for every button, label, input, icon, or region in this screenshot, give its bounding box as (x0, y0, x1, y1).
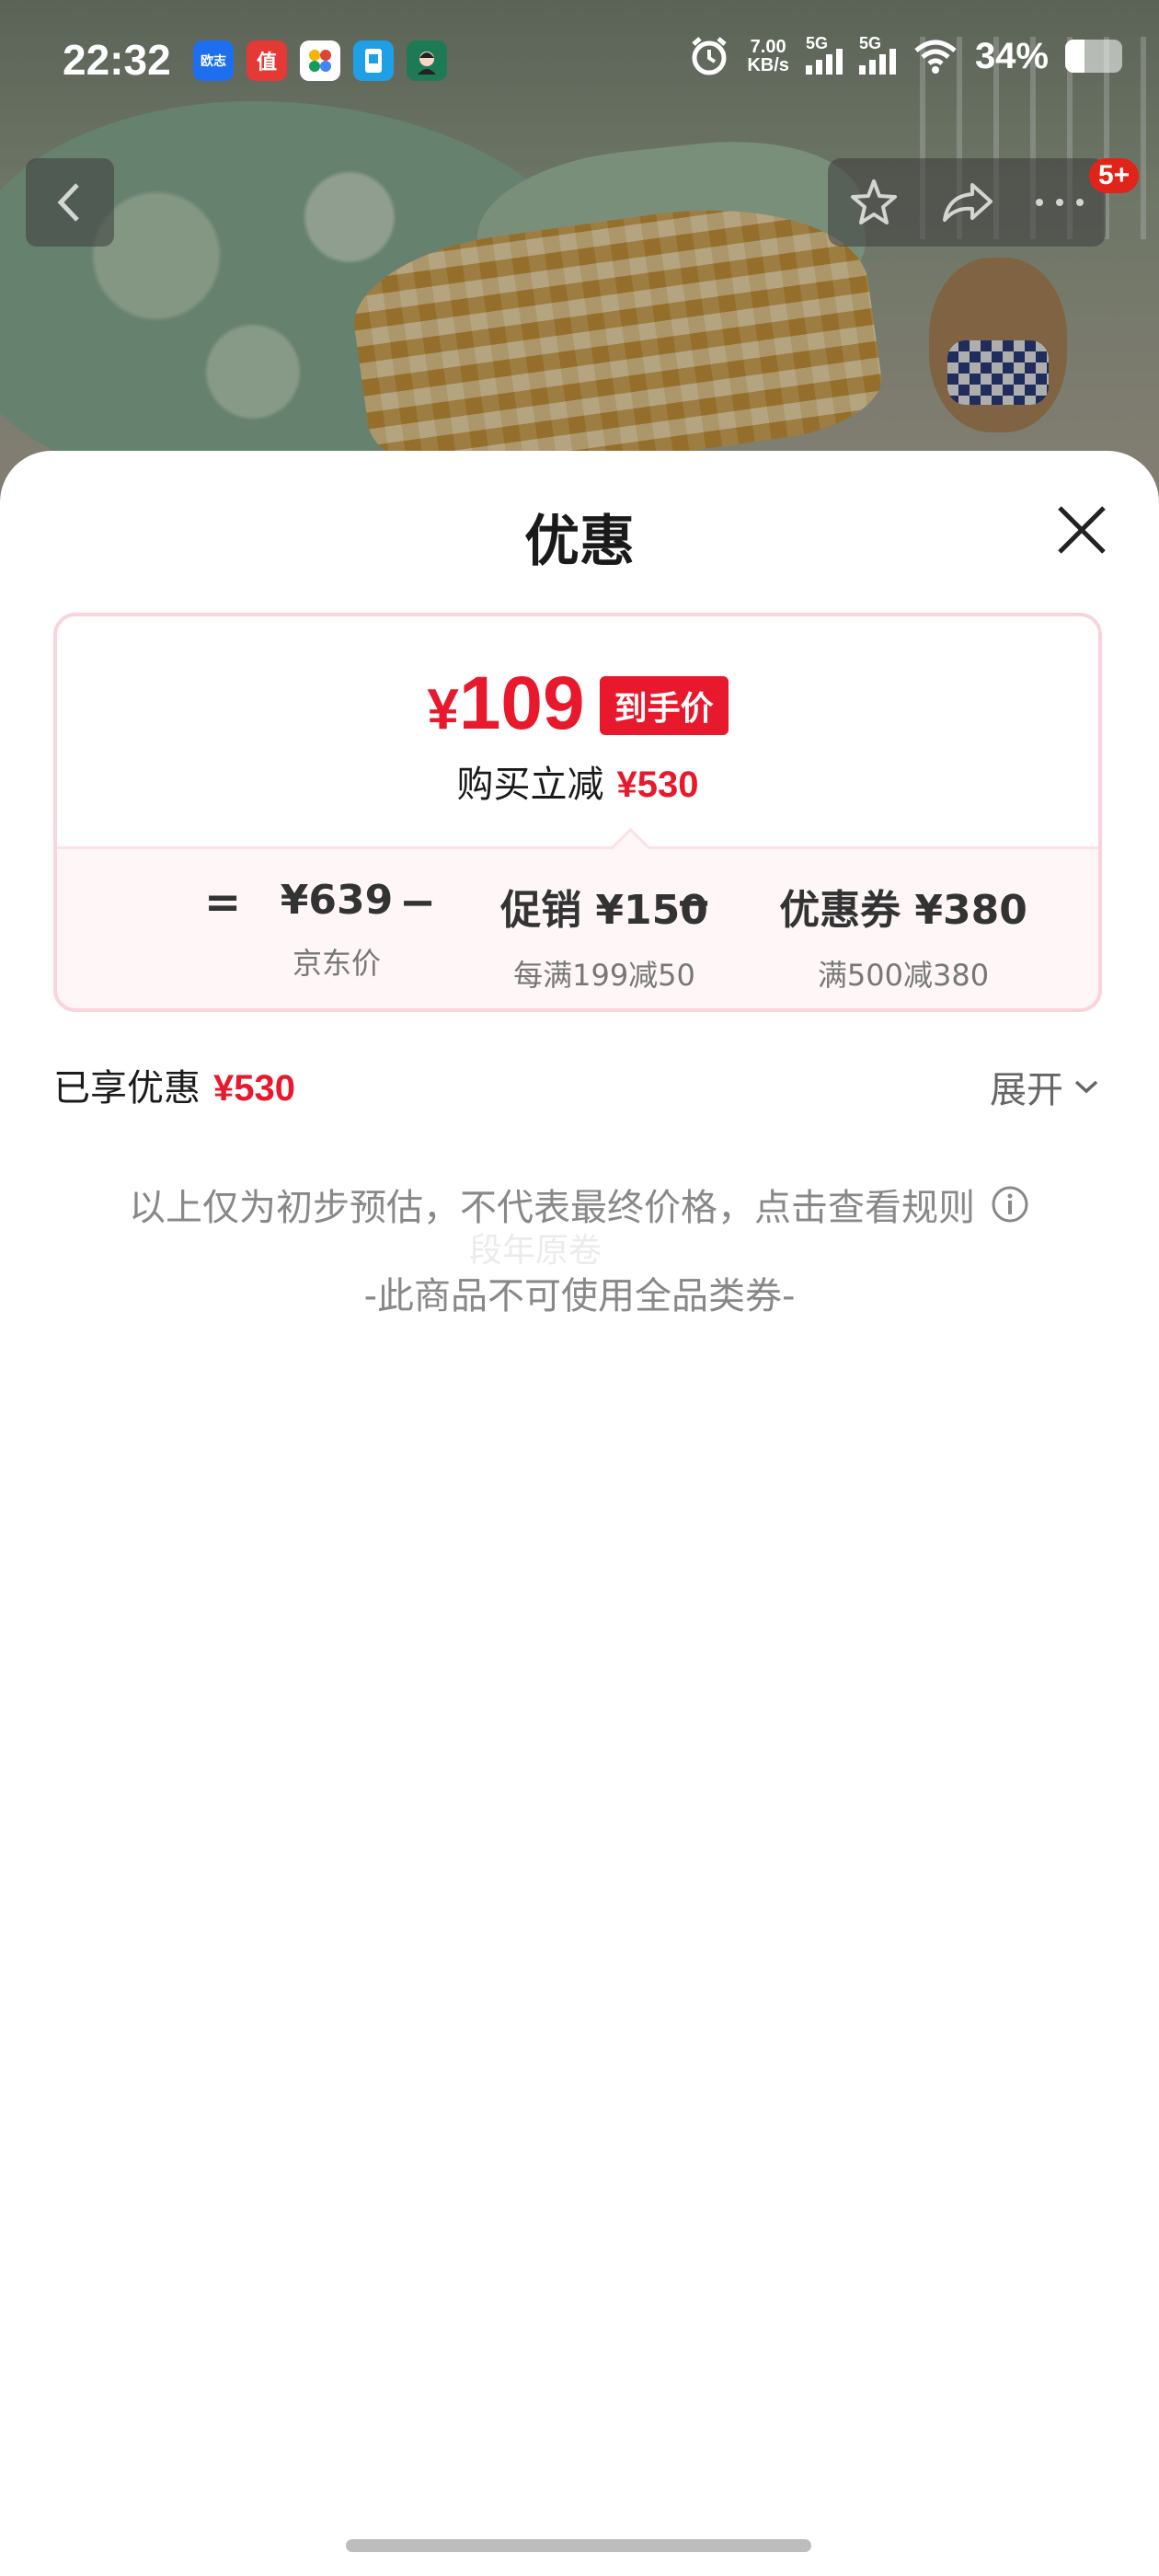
alarm-icon (692, 37, 727, 75)
signal-label: 5G (805, 34, 828, 52)
status-time: 22:32 (63, 36, 171, 84)
status-bar: 22:32 欧志 值 7.00 KB/s 5G 5G 34% (0, 0, 1159, 129)
reduction-label: 购买立减 (456, 764, 604, 806)
enjoyed-amount: ¥530 (213, 1068, 295, 1109)
enjoyed-discount: 已享优惠 ¥530 (53, 1058, 295, 1111)
info-icon (992, 1186, 1028, 1223)
purchase-reduction: 购买立减 ¥530 (57, 754, 1098, 808)
net-speed-unit: KB/s (747, 55, 789, 75)
minus-sign: − (399, 877, 437, 928)
jd-price-value: ¥639 (280, 877, 394, 924)
net-speed: 7.00 KB/s (747, 38, 789, 75)
final-price-currency: ¥ (427, 678, 459, 742)
notification-app-icons: 欧志 值 (193, 40, 447, 81)
avatar-app-icon (407, 40, 447, 81)
signal-strength-icon-2: 5G (858, 34, 896, 75)
coupon-item: 优惠券 ¥380 满500减380 (729, 877, 1078, 995)
share-icon (942, 183, 993, 222)
enjoyed-label: 已享优惠 (53, 1067, 201, 1110)
back-button[interactable] (26, 158, 114, 247)
reduction-amount: ¥530 (616, 765, 699, 805)
coupon-value: 优惠券 ¥380 (779, 887, 1027, 934)
chevron-left-icon (57, 183, 79, 222)
message-badge: 5+ (1089, 158, 1140, 193)
expand-label: 展开 (990, 1069, 1063, 1111)
net-speed-value: 7.00 (750, 37, 786, 57)
blue-app-icon (353, 40, 394, 81)
battery-percent: 34% (974, 35, 1049, 76)
close-icon (1058, 506, 1106, 554)
minus-sign-2: − (675, 877, 713, 928)
favorite-button[interactable] (837, 166, 911, 239)
home-indicator[interactable] (346, 2539, 811, 2552)
price-breakdown-card: ¥109 到手价 购买立减 ¥530 = ¥639 京东价 − 促销 ¥150 每… (53, 613, 1102, 1012)
promotion-rule: 每满199减50 (513, 958, 695, 993)
final-price-value: 109 (458, 661, 585, 745)
discount-sheet: 优惠 ¥109 到手价 购买立减 ¥530 = ¥639 京东价 − 促销 ¥1… (0, 451, 1159, 2576)
signal-label-2: 5G (858, 34, 881, 52)
more-icon (1035, 199, 1084, 206)
coupon-restriction: -此商品不可使用全品类券- (363, 1275, 796, 1317)
jd-price-item: ¥639 京东价 (254, 877, 419, 983)
colorful-app-icon (300, 40, 340, 81)
ouzhi-app-icon: 欧志 (193, 40, 234, 81)
watermark: 段年原卷 (469, 1232, 602, 1270)
status-right: 7.00 KB/s 5G 5G 34% (688, 34, 1122, 77)
price-formula-section: = ¥639 京东价 − 促销 ¥150 每满199减50 − 优惠券 ¥380… (57, 846, 1098, 1008)
more-button[interactable] (1023, 166, 1096, 239)
star-icon (851, 179, 898, 224)
price-formula: = ¥639 京东价 − 促销 ¥150 每满199减50 − 优惠券 ¥380… (57, 877, 1098, 1006)
jd-price-label: 京东价 (292, 946, 381, 981)
equals-sign: = (204, 877, 242, 928)
sheet-title: 优惠 (524, 510, 635, 574)
chevron-down-icon (1074, 1080, 1098, 1094)
coupon-rule: 满500减380 (817, 958, 990, 993)
close-button[interactable] (1049, 497, 1115, 563)
zhi-app-icon: 值 (247, 40, 287, 81)
final-price: ¥109 (427, 664, 584, 750)
final-price-tag: 到手价 (599, 676, 729, 735)
final-price-section: ¥109 到手价 购买立减 ¥530 (57, 616, 1098, 846)
battery-icon (1065, 40, 1122, 73)
signal-strength-icon: 5G (805, 34, 843, 75)
expand-button[interactable]: 展开 (990, 1060, 1100, 1113)
wifi-icon (914, 40, 957, 74)
nav-actions (828, 158, 1106, 247)
share-button[interactable] (930, 166, 1004, 239)
